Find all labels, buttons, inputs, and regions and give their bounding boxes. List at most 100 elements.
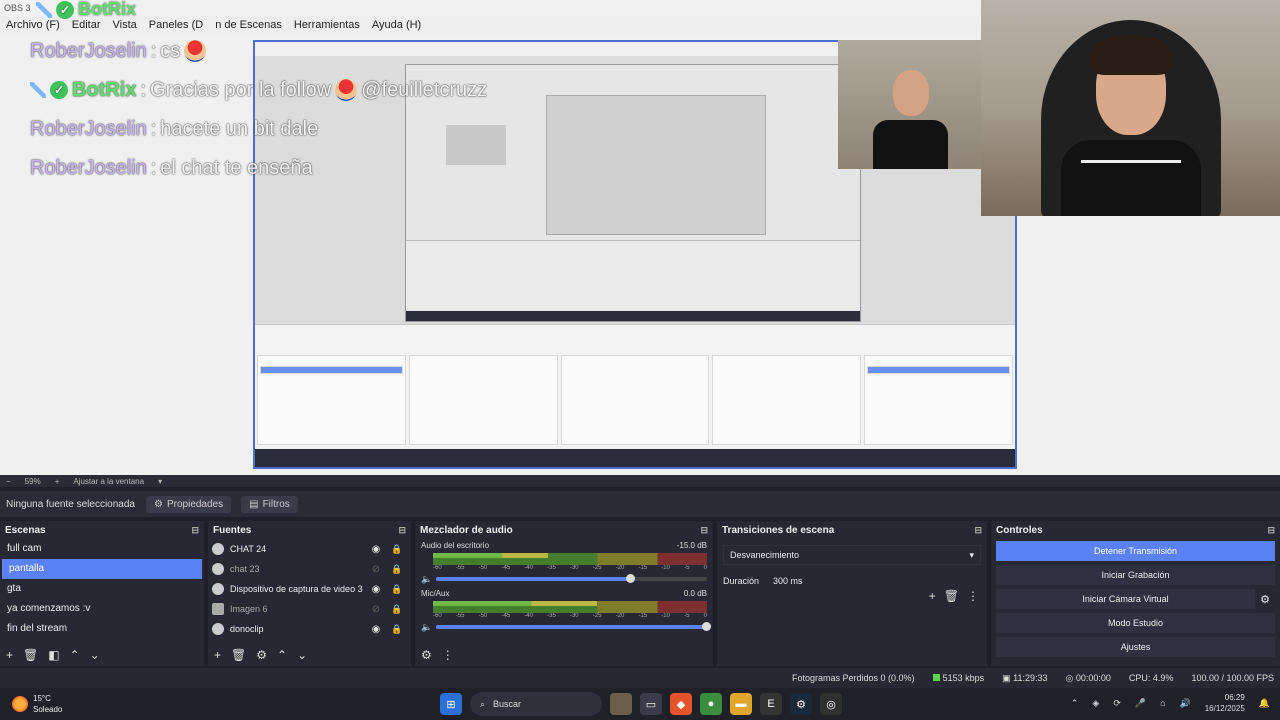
zoom-fit-label[interactable]: Ajustar a la ventana bbox=[73, 477, 144, 486]
chevron-down-icon[interactable]: ⌄ bbox=[297, 648, 307, 662]
scale-tick: -60 bbox=[433, 613, 442, 619]
epic-games-icon[interactable]: E bbox=[760, 693, 782, 715]
undock-icon[interactable]: ⊟ bbox=[700, 525, 708, 536]
menu-file[interactable]: Archivo (F) bbox=[0, 19, 66, 31]
volume-slider[interactable] bbox=[436, 574, 707, 583]
image-icon bbox=[212, 603, 224, 615]
speaker-icon[interactable]: 🔈 bbox=[421, 574, 432, 585]
gear-icon[interactable]: ⚙ bbox=[256, 648, 267, 662]
file-explorer-icon[interactable]: ▬ bbox=[730, 693, 752, 715]
preview-zoom-bar: − 59% + Ajustar a la ventana ▾ bbox=[0, 475, 1280, 487]
eye-icon[interactable]: ◉ bbox=[369, 544, 383, 555]
steam-icon[interactable]: ⚙ bbox=[790, 693, 812, 715]
studio-mode-button[interactable]: Modo Estudio bbox=[996, 613, 1275, 633]
windows-start-icon[interactable]: ⊞ bbox=[440, 693, 462, 715]
scene-item[interactable]: gta bbox=[0, 579, 204, 599]
taskbar-clock[interactable]: 06:29 16/12/2025 bbox=[1205, 692, 1245, 714]
eye-icon[interactable]: ◉ bbox=[369, 624, 383, 635]
nvidia-icon[interactable]: ◈ bbox=[1092, 698, 1099, 709]
transition-select[interactable]: Desvanecimiento ▾ bbox=[723, 545, 981, 565]
scene-item-selected[interactable]: pantalla bbox=[2, 559, 202, 579]
source-item[interactable]: CHAT 24 ◉ 🔒 bbox=[208, 539, 411, 559]
more-options-icon[interactable]: ⋮ bbox=[967, 589, 979, 603]
trash-icon[interactable]: 🗑 bbox=[231, 648, 246, 662]
menu-scene-collection[interactable]: n de Escenas bbox=[209, 19, 288, 31]
lock-icon[interactable]: 🔒 bbox=[391, 584, 405, 595]
eye-icon[interactable]: ◉ bbox=[369, 584, 383, 595]
volume-icon[interactable]: 🔊 bbox=[1180, 698, 1191, 709]
undock-icon[interactable]: ⊟ bbox=[398, 525, 406, 536]
undock-icon[interactable]: ⊟ bbox=[191, 525, 199, 536]
lock-icon[interactable]: 🔒 bbox=[391, 564, 405, 575]
scene-item[interactable]: fin del stream bbox=[0, 619, 204, 639]
obs-icon[interactable]: ◎ bbox=[820, 693, 842, 715]
signal-icon bbox=[932, 674, 940, 681]
sync-icon[interactable]: ⟳ bbox=[1113, 698, 1121, 709]
source-item[interactable]: Imagen 6 ⊘ 🔒 bbox=[208, 599, 411, 619]
undock-icon[interactable]: ⊟ bbox=[974, 525, 982, 536]
chevron-up-icon[interactable]: ⌃ bbox=[1071, 698, 1079, 709]
menu-tools[interactable]: Herramientas bbox=[288, 19, 366, 31]
source-item[interactable]: chat 23 ⊘ 🔒 bbox=[208, 559, 411, 579]
brave-browser-icon[interactable]: ◆ bbox=[670, 693, 692, 715]
chevron-down-icon[interactable]: ⌄ bbox=[90, 648, 100, 662]
scene-item[interactable]: ya comenzamos :v bbox=[0, 599, 204, 619]
virtual-camera-button[interactable]: Iniciar Cámara Virtual bbox=[996, 589, 1255, 609]
window-title: OBS 3 bbox=[4, 3, 31, 13]
menu-help[interactable]: Ayuda (H) bbox=[366, 19, 427, 31]
source-item[interactable]: Dispositivo de captura de video 3 ◉ 🔒 bbox=[208, 579, 411, 599]
taskbar-search[interactable]: ⌕ Buscar bbox=[470, 692, 602, 716]
record-icon: ◎ bbox=[1065, 672, 1076, 683]
menu-docks[interactable]: Paneles (D bbox=[143, 19, 209, 31]
stop-stream-button[interactable]: Detener Transmisión bbox=[996, 541, 1275, 561]
weather-widget[interactable]: 15°C Soleado bbox=[12, 693, 62, 715]
eye-hidden-icon[interactable]: ⊘ bbox=[369, 564, 383, 575]
volume-slider[interactable] bbox=[436, 622, 711, 631]
volume-knob[interactable] bbox=[626, 574, 636, 583]
source-item[interactable]: donoclip ◉ 🔒 bbox=[208, 619, 411, 639]
add-icon[interactable]: + bbox=[6, 648, 13, 662]
live-status: ▣ 11:29:33 bbox=[1002, 673, 1047, 684]
start-recording-button[interactable]: Iniciar Grabación bbox=[996, 565, 1275, 585]
network-icon[interactable]: ⌂ bbox=[1160, 698, 1165, 708]
volume-knob[interactable] bbox=[702, 622, 711, 631]
cpu-usage: CPU: 4.9% bbox=[1128, 673, 1174, 683]
speaker-icon[interactable]: 🔈 bbox=[421, 622, 432, 633]
menu-view[interactable]: Vista bbox=[107, 19, 143, 31]
more-options-icon[interactable]: ⋮ bbox=[442, 648, 454, 662]
meter-scale: -60 -55 -50 -45 -40 -35 -30 -25 -20 -15 -10 -5 0 bbox=[433, 565, 707, 573]
dropdown-arrow-icon[interactable]: ▾ bbox=[158, 477, 162, 486]
properties-button[interactable]: ⚙ Propiedades bbox=[146, 495, 232, 513]
chevron-up-icon[interactable]: ⌃ bbox=[277, 648, 287, 662]
scale-tick: -30 bbox=[569, 613, 579, 619]
zoom-in-icon[interactable]: + bbox=[55, 477, 60, 486]
task-view-icon[interactable]: ▭ bbox=[640, 693, 662, 715]
eye-hidden-icon[interactable]: ⊘ bbox=[369, 604, 383, 615]
lock-icon[interactable]: 🔒 bbox=[391, 604, 405, 615]
filter-icon[interactable]: ◧ bbox=[48, 648, 59, 662]
chevron-up-icon[interactable]: ⌃ bbox=[70, 648, 80, 662]
weather-text: 15°C Soleado bbox=[33, 693, 62, 715]
recording-status: ◎ 00:00:00 bbox=[1066, 673, 1111, 684]
track-db: -15.0 dB bbox=[676, 541, 707, 550]
chrome-icon[interactable]: ● bbox=[700, 693, 722, 715]
nested-dock-row bbox=[255, 355, 1015, 445]
mixer-settings-icon[interactable]: ⚙ bbox=[421, 648, 432, 662]
undock-icon[interactable]: ⊟ bbox=[1267, 525, 1275, 536]
menu-edit[interactable]: Editar bbox=[66, 19, 107, 31]
lock-icon[interactable]: 🔒 bbox=[391, 544, 405, 555]
scene-item[interactable]: full cam bbox=[0, 539, 204, 559]
microphone-icon[interactable]: 🎤 bbox=[1135, 698, 1146, 709]
settings-button[interactable]: Ajustes bbox=[996, 637, 1275, 657]
notification-icon[interactable]: 🔔 bbox=[1259, 698, 1270, 709]
game-thumbnail-icon[interactable] bbox=[610, 693, 632, 715]
add-icon[interactable]: + bbox=[929, 589, 936, 603]
filters-button[interactable]: ▤ Filtros bbox=[241, 495, 298, 513]
lock-icon[interactable]: 🔒 bbox=[391, 624, 405, 635]
trash-icon[interactable]: 🗑 bbox=[23, 648, 38, 662]
trash-icon[interactable]: 🗑 bbox=[944, 589, 959, 603]
gear-icon[interactable]: ⚙ bbox=[1255, 593, 1275, 606]
add-icon[interactable]: + bbox=[214, 648, 221, 662]
duration-input[interactable]: 300 ms bbox=[773, 576, 803, 586]
zoom-out-icon[interactable]: − bbox=[6, 477, 11, 486]
